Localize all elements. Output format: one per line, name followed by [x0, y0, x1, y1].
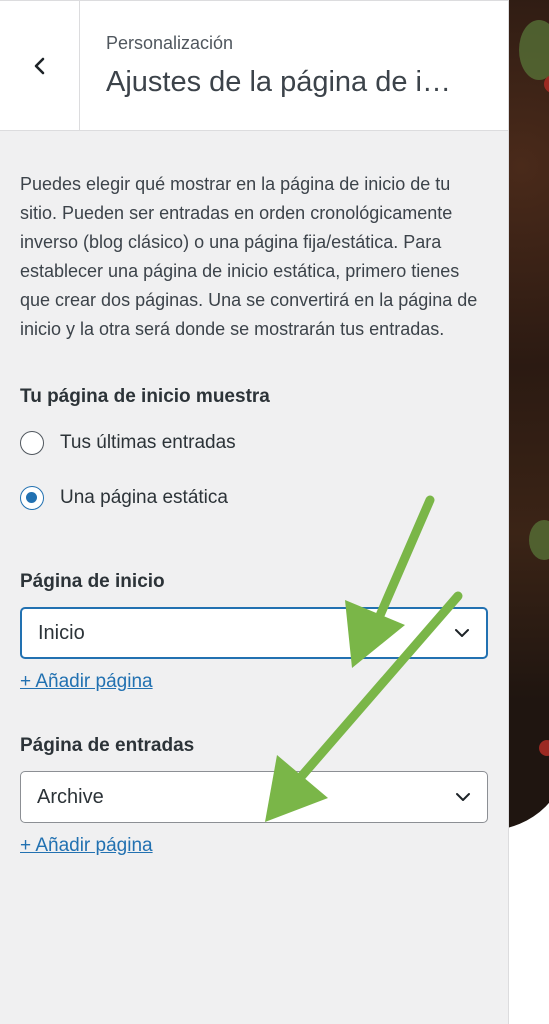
add-posts-page-link[interactable]: + Añadir página [20, 835, 153, 857]
chevron-down-icon [456, 793, 470, 801]
back-button[interactable] [0, 1, 80, 131]
panel-content: Puedes elegir qué mostrar en la página d… [20, 170, 490, 857]
posts-page-selected-value: Archive [37, 785, 104, 808]
radio-static-page[interactable]: Una página estática [20, 483, 490, 513]
preview-image [509, 0, 549, 830]
panel-header: Personalización Ajustes de la página de … [0, 0, 508, 131]
chevron-left-icon [34, 57, 44, 75]
front-page-select[interactable]: Inicio [20, 607, 488, 659]
radio-button-selected[interactable] [20, 486, 44, 510]
customizer-panel: Personalización Ajustes de la página de … [0, 0, 509, 1024]
posts-page-select[interactable]: Archive [20, 771, 488, 823]
site-preview [509, 0, 549, 1024]
radio-label: Tus últimas entradas [60, 432, 236, 453]
header-text: Personalización Ajustes de la página de … [106, 33, 488, 99]
front-page-label: Página de inicio [20, 571, 165, 592]
page-title: Ajustes de la página de i… [106, 66, 451, 98]
radio-latest-posts[interactable]: Tus últimas entradas [20, 428, 490, 458]
radio-button[interactable] [20, 431, 44, 455]
breadcrumb: Personalización [106, 33, 234, 53]
add-front-page-link[interactable]: + Añadir página [20, 671, 153, 693]
posts-page-label: Página de entradas [20, 735, 195, 756]
homepage-display-label: Tu página de inicio muestra [20, 386, 270, 407]
chevron-down-icon [455, 629, 469, 637]
radio-label: Una página estática [60, 487, 228, 508]
front-page-selected-value: Inicio [38, 621, 85, 644]
section-description: Puedes elegir qué mostrar en la página d… [20, 174, 478, 339]
